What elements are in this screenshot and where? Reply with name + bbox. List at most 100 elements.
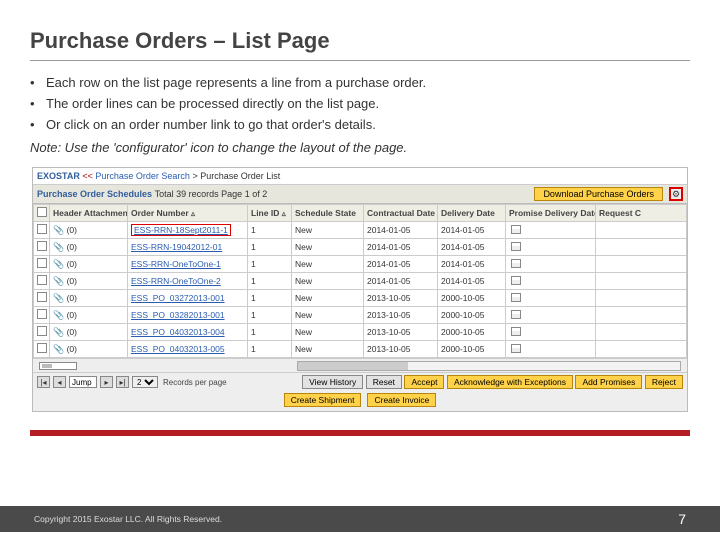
- schedule-state: New: [292, 341, 364, 358]
- col-header[interactable]: Delivery Date: [438, 205, 506, 222]
- download-button[interactable]: Download Purchase Orders: [534, 187, 663, 201]
- col-header[interactable]: Schedule State: [292, 205, 364, 222]
- page-jump-input[interactable]: [69, 376, 97, 388]
- horizontal-scroll[interactable]: [33, 358, 687, 372]
- accept-button[interactable]: Accept: [404, 375, 444, 389]
- row-checkbox[interactable]: [37, 309, 47, 319]
- row-checkbox[interactable]: [37, 224, 47, 234]
- calendar-icon[interactable]: [511, 276, 521, 285]
- calendar-icon[interactable]: [511, 344, 521, 353]
- col-header[interactable]: Order Number ▵: [128, 205, 248, 222]
- promise-date-cell[interactable]: [506, 307, 596, 324]
- promise-date-cell[interactable]: [506, 341, 596, 358]
- page-value: 1 of 2: [245, 189, 268, 199]
- attachment-icon[interactable]: 📎: [53, 327, 64, 337]
- bullet-list: •Each row on the list page represents a …: [30, 75, 690, 132]
- col-header[interactable]: Header Attachment: [50, 205, 128, 222]
- create-invoice-button[interactable]: Create Invoice: [367, 393, 436, 407]
- request-cell: [596, 341, 687, 358]
- row-checkbox[interactable]: [37, 326, 47, 336]
- scroll-track[interactable]: [297, 361, 681, 371]
- next-page-button[interactable]: ▸: [100, 376, 113, 388]
- row-checkbox[interactable]: [37, 241, 47, 251]
- breadcrumb: EXOSTAR << Purchase Order Search > Purch…: [33, 168, 687, 185]
- order-number-link[interactable]: ESS_PO_03282013-001: [131, 310, 225, 320]
- add-promises-button[interactable]: Add Promises: [575, 375, 642, 389]
- promise-date-cell[interactable]: [506, 324, 596, 341]
- order-number-link[interactable]: ESS-RRN-18Sept2011-1: [134, 225, 228, 235]
- attachment-icon[interactable]: 📎: [53, 259, 64, 269]
- calendar-icon[interactable]: [511, 293, 521, 302]
- line-id: 1: [248, 307, 292, 324]
- attachment-icon[interactable]: 📎: [53, 242, 64, 252]
- acknowledge-with-exceptions-button[interactable]: Acknowledge with Exceptions: [447, 375, 573, 389]
- prev-page-button[interactable]: ◂: [53, 376, 66, 388]
- attachment-icon[interactable]: 📎: [53, 225, 64, 235]
- schedule-state: New: [292, 222, 364, 239]
- order-number-link[interactable]: ESS_PO_04032013-005: [131, 344, 225, 354]
- col-header[interactable]: Promise Delivery Date: [506, 205, 596, 222]
- row-checkbox[interactable]: [37, 275, 47, 285]
- table-row: 📎 (0)ESS_PO_03282013-0011New2013-10-0520…: [34, 307, 687, 324]
- attachment-count: (0): [67, 259, 77, 269]
- line-id: 1: [248, 273, 292, 290]
- table-row: 📎 (0)ESS_PO_03272013-0011New2013-10-0520…: [34, 290, 687, 307]
- configurator-icon[interactable]: ⚙: [669, 187, 683, 201]
- promise-date-cell[interactable]: [506, 273, 596, 290]
- promise-date-cell[interactable]: [506, 290, 596, 307]
- breadcrumb-sep: >: [192, 171, 197, 181]
- breadcrumb-prev[interactable]: Purchase Order Search: [95, 171, 190, 181]
- view-history-button[interactable]: View History: [302, 375, 363, 389]
- attachment-count: (0): [67, 276, 77, 286]
- col-header[interactable]: Contractual Date: [364, 205, 438, 222]
- row-checkbox[interactable]: [37, 343, 47, 353]
- promise-date-cell[interactable]: [506, 222, 596, 239]
- line-id: 1: [248, 290, 292, 307]
- col-header[interactable]: Request C: [596, 205, 687, 222]
- order-number-link[interactable]: ESS_PO_04032013-004: [131, 327, 225, 337]
- line-id: 1: [248, 256, 292, 273]
- calendar-icon[interactable]: [511, 327, 521, 336]
- reset-button[interactable]: Reset: [366, 375, 402, 389]
- note-text: Note: Use the 'configurator' icon to cha…: [30, 140, 690, 155]
- attachment-count: (0): [67, 225, 77, 235]
- promise-date-cell[interactable]: [506, 256, 596, 273]
- attachment-count: (0): [67, 310, 77, 320]
- reject-button[interactable]: Reject: [645, 375, 683, 389]
- title-bar: Purchase Order Schedules Total 39 record…: [33, 185, 687, 204]
- col-header[interactable]: Line ID ▵: [248, 205, 292, 222]
- order-number-link[interactable]: ESS-RRN-OneToOne-2: [131, 276, 221, 286]
- table-row: 📎 (0)ESS-RRN-18Sept2011-11New2014-01-052…: [34, 222, 687, 239]
- order-number-link[interactable]: ESS_PO_03272013-001: [131, 293, 225, 303]
- attachment-icon[interactable]: 📎: [53, 344, 64, 354]
- row-checkbox[interactable]: [37, 258, 47, 268]
- line-id: 1: [248, 222, 292, 239]
- records-per-page-select[interactable]: 20: [132, 376, 158, 388]
- request-cell: [596, 222, 687, 239]
- calendar-icon[interactable]: [511, 225, 521, 234]
- promise-date-cell[interactable]: [506, 239, 596, 256]
- order-number-link[interactable]: ESS-RRN-OneToOne-1: [131, 259, 221, 269]
- calendar-icon[interactable]: [511, 259, 521, 268]
- order-number-link[interactable]: ESS-RRN-19042012-01: [131, 242, 222, 252]
- actions-row-2: Create Shipment Create Invoice: [33, 391, 687, 411]
- calendar-icon[interactable]: [511, 242, 521, 251]
- attachment-icon[interactable]: 📎: [53, 276, 64, 286]
- contractual-date: 2014-01-05: [364, 222, 438, 239]
- attachment-count: (0): [67, 242, 77, 252]
- col-checkbox[interactable]: [34, 205, 50, 222]
- back-arrows[interactable]: <<: [82, 171, 93, 181]
- create-shipment-button[interactable]: Create Shipment: [284, 393, 362, 407]
- first-page-button[interactable]: |◂: [37, 376, 50, 388]
- attachment-count: (0): [67, 344, 77, 354]
- schedule-state: New: [292, 273, 364, 290]
- delivery-date: 2000-10-05: [438, 290, 506, 307]
- table-row: 📎 (0)ESS-RRN-19042012-011New2014-01-0520…: [34, 239, 687, 256]
- last-page-button[interactable]: ▸|: [116, 376, 129, 388]
- contractual-date: 2014-01-05: [364, 273, 438, 290]
- attachment-icon[interactable]: 📎: [53, 310, 64, 320]
- breadcrumb-current: Purchase Order List: [200, 171, 280, 181]
- row-checkbox[interactable]: [37, 292, 47, 302]
- calendar-icon[interactable]: [511, 310, 521, 319]
- attachment-icon[interactable]: 📎: [53, 293, 64, 303]
